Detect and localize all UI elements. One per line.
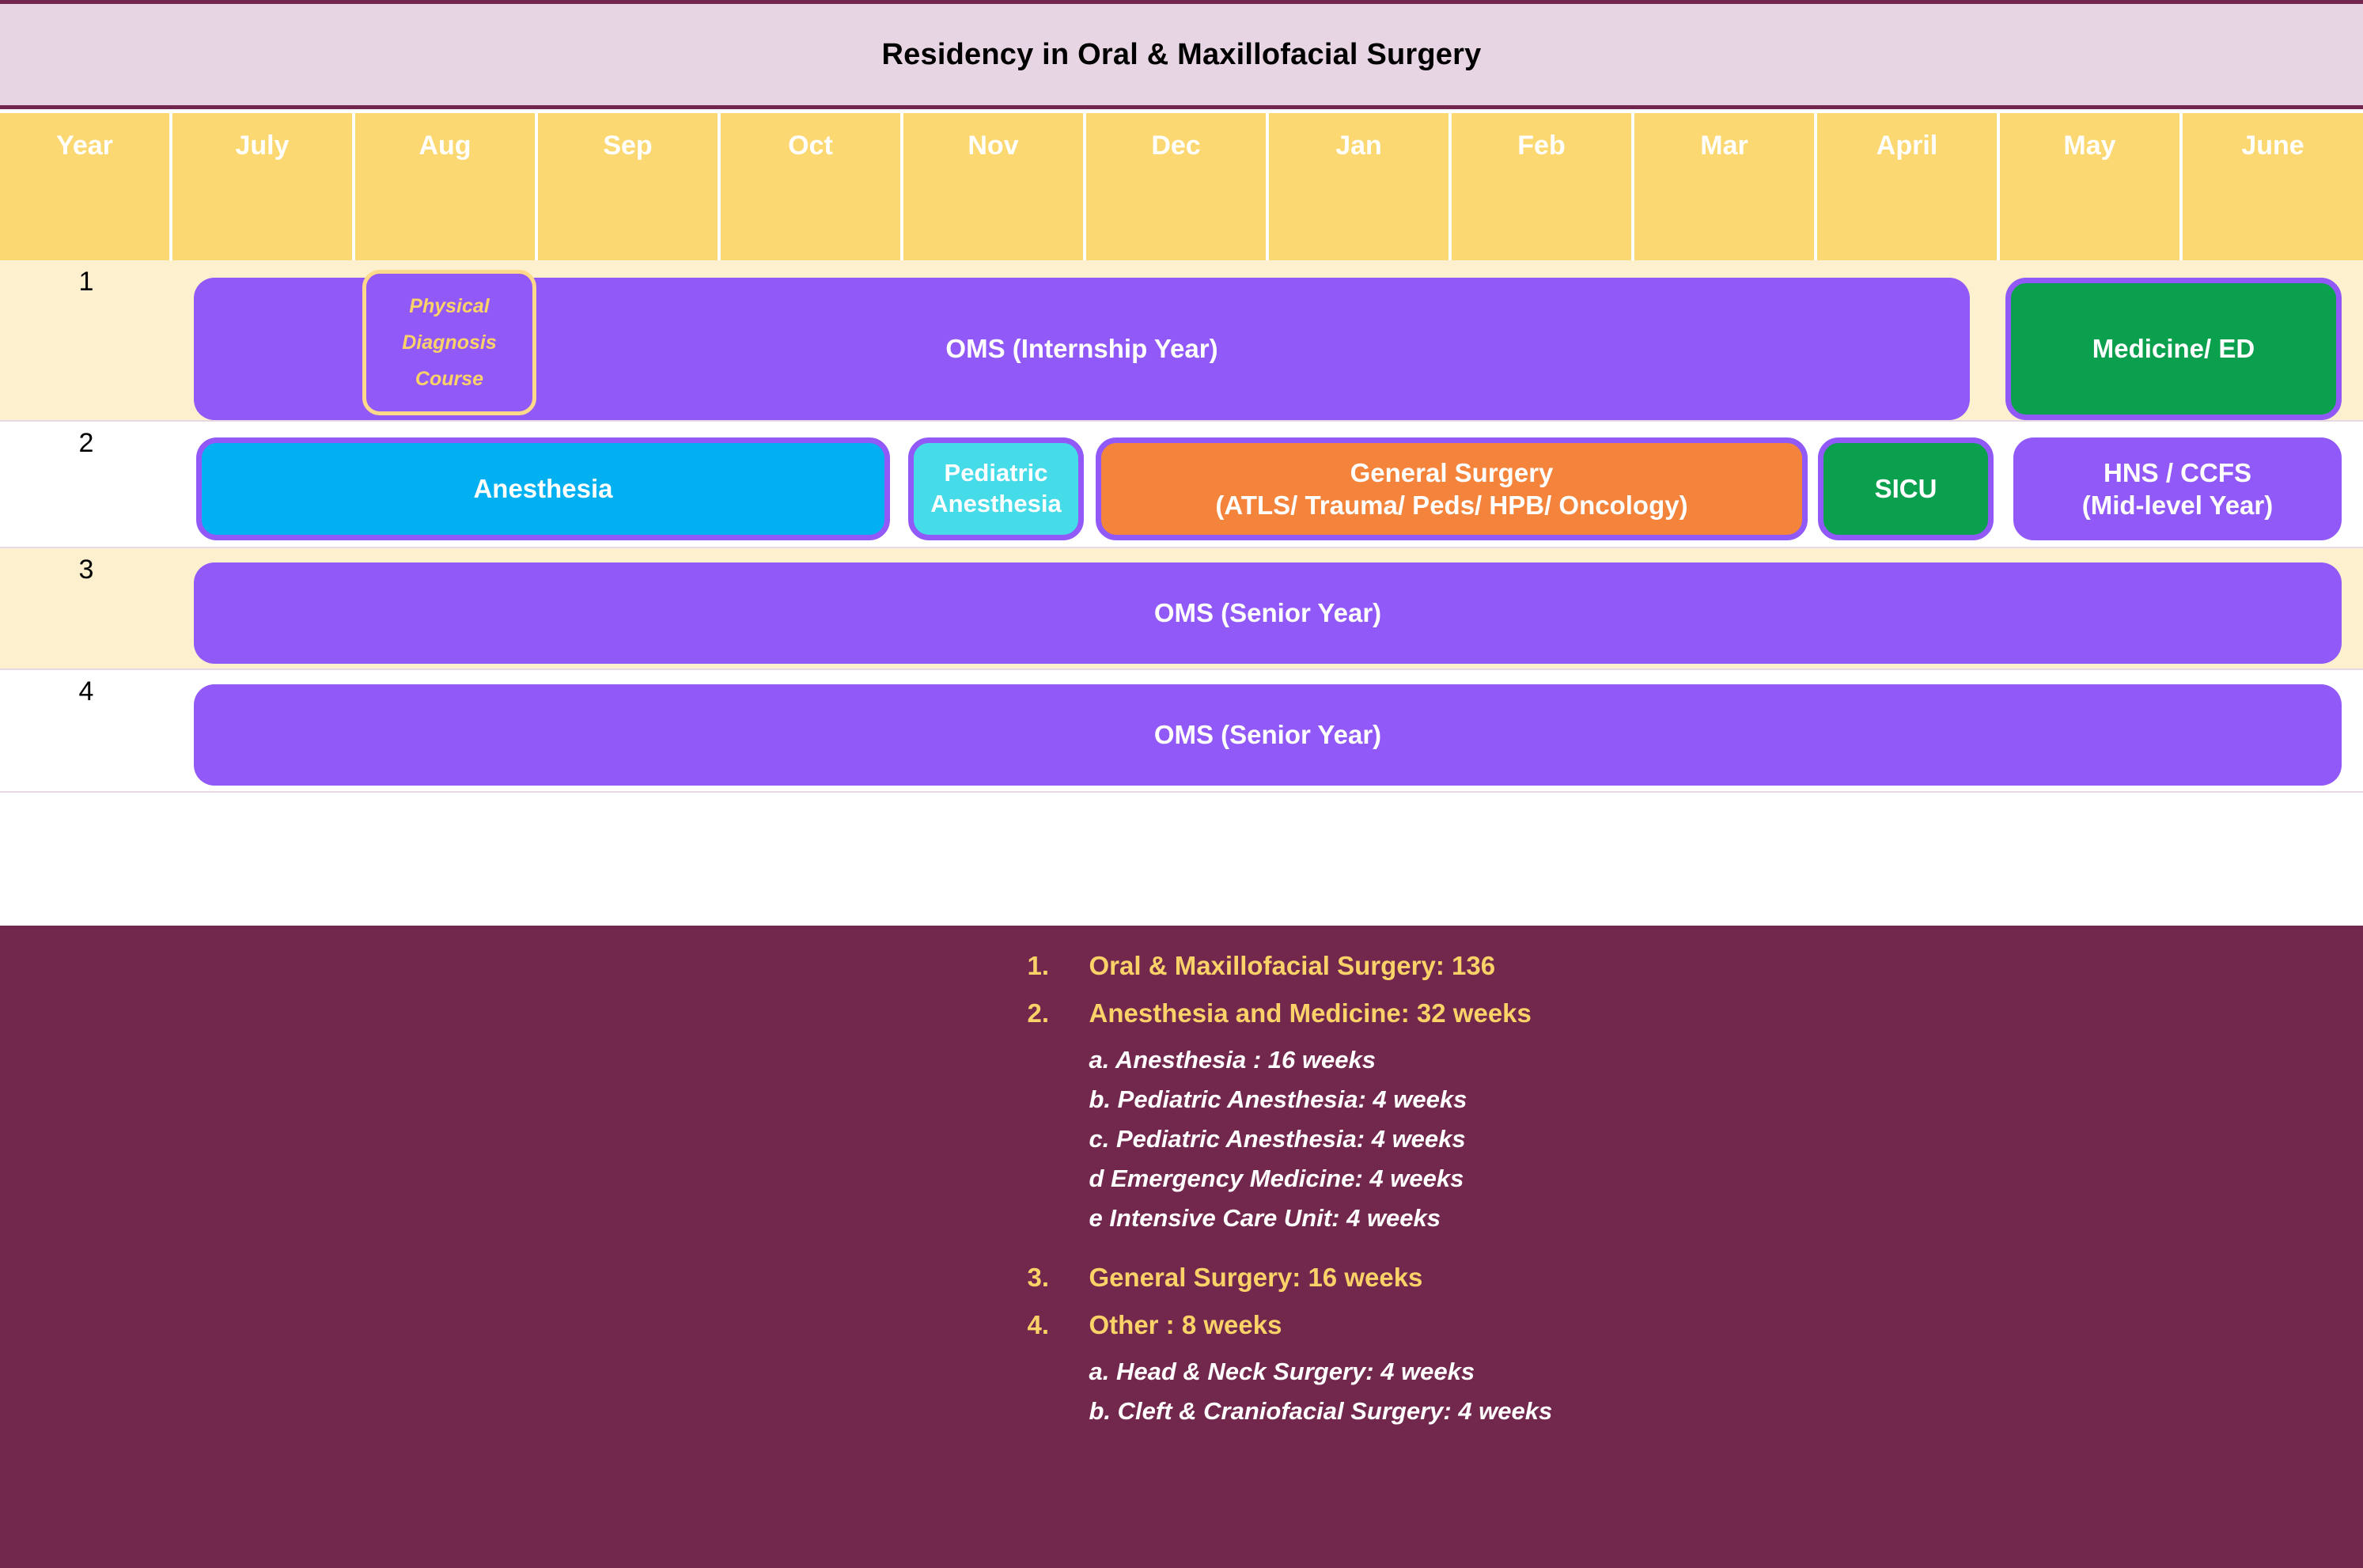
summary-subitem: c. Pediatric Anesthesia: 4 weeks: [1089, 1125, 1466, 1153]
column-header-aug: Aug: [355, 113, 538, 260]
column-header-label: Oct: [788, 131, 833, 161]
block-sublabel: Anesthesia: [930, 490, 1062, 517]
column-header-label: Nov: [968, 131, 1019, 161]
summary-item-1: 1. Oral & Maxillofacial Surgery: 136: [1028, 951, 2214, 981]
block-oms-senior-year-3[interactable]: OMS (Senior Year): [194, 562, 2342, 664]
column-header-july: July: [172, 113, 355, 260]
column-header-label: June: [2241, 131, 2304, 161]
summary-item-heading: 3. General Surgery: 16 weeks: [1028, 1263, 2214, 1293]
summary-item-3: 3. General Surgery: 16 weeks: [1028, 1263, 2214, 1293]
column-header-may: May: [2000, 113, 2183, 260]
summary-item-4: 4. Other : 8 weeks a. Head & Neck Surger…: [1028, 1310, 2214, 1426]
block-label: OMS (Senior Year): [1153, 720, 1382, 750]
block-label: Pediatric: [944, 459, 1048, 487]
block-general-surgery[interactable]: General Surgery (ATLS/ Trauma/ Peds/ HPB…: [1096, 437, 1808, 540]
column-header-sep: Sep: [538, 113, 721, 260]
page-title: Residency in Oral & Maxillofacial Surger…: [881, 37, 1482, 71]
callout-line-3: Course: [415, 368, 484, 391]
year-label: 3: [78, 555, 94, 585]
summary-subitem: d Emergency Medicine: 4 weeks: [1089, 1165, 1464, 1192]
column-header-feb: Feb: [1452, 113, 1634, 260]
callout-line-2: Diagnosis: [402, 331, 497, 354]
column-header-dec: Dec: [1086, 113, 1269, 260]
column-header-label: April: [1876, 131, 1938, 161]
schedule-row-year-4: 4 OMS (Senior Year): [0, 670, 2363, 793]
block-oms-senior-year-4[interactable]: OMS (Senior Year): [194, 684, 2342, 786]
month-header-row: Year July Aug Sep Oct Nov Dec Jan Feb Ma…: [0, 113, 2363, 260]
column-header-june: June: [2183, 113, 2363, 260]
column-header-label: May: [2063, 131, 2116, 161]
summary-item-heading: 4. Other : 8 weeks: [1028, 1310, 2214, 1340]
block-label: HNS / CCFS: [2103, 457, 2251, 487]
summary-list: 1. Oral & Maxillofacial Surgery: 136 2. …: [150, 951, 2214, 1426]
column-header-jan: Jan: [1269, 113, 1452, 260]
summary-item-heading: 2. Anesthesia and Medicine: 32 weeks: [1028, 998, 2214, 1028]
block-sublabel: (Mid-level Year): [2081, 490, 2274, 520]
column-header-label: Aug: [418, 131, 471, 161]
year-label: 2: [78, 428, 94, 458]
column-header-label: July: [235, 131, 290, 161]
block-pediatric-anesthesia[interactable]: Pediatric Anesthesia: [908, 437, 1084, 540]
schedule-row-year-2: 2 Anesthesia Pediatric Anesthesia Genera…: [0, 422, 2363, 548]
schedule-row-year-3: 3 OMS (Senior Year): [0, 548, 2363, 670]
schedule-slide: Residency in Oral & Maxillofacial Surger…: [0, 0, 2363, 1568]
block-label: SICU: [1874, 474, 1937, 504]
block-medicine-ed[interactable]: Medicine/ ED: [2005, 278, 2342, 420]
block-label: OMS (Internship Year): [945, 334, 1218, 364]
summary-item-text: Oral & Maxillofacial Surgery: 136: [1089, 951, 1496, 980]
block-label: Medicine/ ED: [2092, 334, 2255, 364]
column-header-label: Feb: [1517, 131, 1566, 161]
summary-item-2: 2. Anesthesia and Medicine: 32 weeks a. …: [1028, 998, 2214, 1233]
callout-line-1: Physical: [409, 294, 490, 317]
summary-subitem: a. Head & Neck Surgery: 4 weeks: [1089, 1358, 1475, 1385]
summary-item-text: Other : 8 weeks: [1089, 1310, 1282, 1339]
column-header-label: Jan: [1335, 131, 1382, 161]
summary-item-number: 1.: [1027, 951, 1050, 980]
block-label: General Surgery: [1350, 457, 1554, 487]
summary-subitem: b. Cleft & Craniofacial Surgery: 4 weeks: [1089, 1397, 1553, 1425]
year-label: 1: [78, 267, 94, 297]
block-hns-ccfs[interactable]: HNS / CCFS (Mid-level Year): [2013, 437, 2342, 540]
block-label: OMS (Senior Year): [1153, 598, 1382, 628]
summary-item-text: General Surgery: 16 weeks: [1089, 1263, 1423, 1292]
summary-item-number: 2.: [1027, 998, 1050, 1028]
column-header-label: Dec: [1151, 131, 1201, 161]
summary-item-heading: 1. Oral & Maxillofacial Surgery: 136: [1028, 951, 2214, 981]
schedule-row-year-1: 1 OMS (Internship Year) Physical Diagnos…: [0, 260, 2363, 422]
summary-item-number: 4.: [1027, 1310, 1050, 1339]
column-header-mar: Mar: [1634, 113, 1817, 260]
column-header-label: Mar: [1700, 131, 1748, 161]
year-label: 4: [78, 676, 94, 706]
column-header-label: Sep: [603, 131, 653, 161]
block-sublabel: (ATLS/ Trauma/ Peds/ HPB/ Oncology): [1215, 490, 1688, 520]
summary-item-text: Anesthesia and Medicine: 32 weeks: [1089, 998, 1532, 1028]
column-header-nov: Nov: [903, 113, 1086, 260]
summary-subitem: a. Anesthesia : 16 weeks: [1089, 1046, 1376, 1074]
summary-subitem: b. Pediatric Anesthesia: 4 weeks: [1089, 1085, 1467, 1113]
callout-physical-diagnosis-course[interactable]: Physical Diagnosis Course: [362, 270, 536, 415]
block-anesthesia[interactable]: Anesthesia: [196, 437, 890, 540]
column-header-oct: Oct: [721, 113, 903, 260]
column-header-april: April: [1817, 113, 2000, 260]
block-sicu[interactable]: SICU: [1818, 437, 1994, 540]
summary-item-number: 3.: [1027, 1263, 1050, 1292]
block-label: Anesthesia: [473, 474, 613, 504]
column-header-year: Year: [0, 113, 172, 260]
summary-footer: 1. Oral & Maxillofacial Surgery: 136 2. …: [0, 926, 2363, 1568]
column-header-label: Year: [56, 131, 113, 161]
slide-title-bar: Residency in Oral & Maxillofacial Surger…: [0, 0, 2363, 109]
summary-subitem: e Intensive Care Unit: 4 weeks: [1089, 1204, 1441, 1232]
